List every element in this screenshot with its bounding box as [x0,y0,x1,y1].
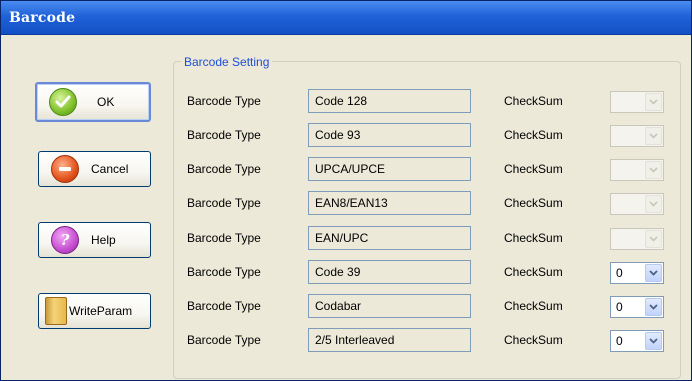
chevron-down-icon [645,127,662,145]
checksum-label: CheckSum [504,299,563,313]
barcode-type-field: EAN8/EAN13 [308,191,471,215]
minus-icon [51,155,79,183]
checksum-label: CheckSum [504,128,563,142]
help-button-label: Help [91,233,116,247]
barcode-type-label: Barcode Type [187,231,261,245]
checksum-label: CheckSum [504,265,563,279]
barcode-type-field: 2/5 Interleaved [308,328,471,352]
checksum-value: 0 [616,300,623,314]
write-param-button-label: WriteParam [69,304,133,318]
help-button[interactable]: ? Help [38,222,151,258]
book-icon [45,297,67,325]
checkmark-icon [49,88,77,116]
barcode-type-field: Code 39 [308,260,471,284]
chevron-down-icon [645,230,662,248]
checksum-select [610,91,664,113]
checksum-select[interactable]: 0 [610,296,664,318]
write-param-button[interactable]: WriteParam [38,293,151,329]
checksum-label: CheckSum [504,231,563,245]
ok-button[interactable]: OK [35,82,151,122]
checksum-label: CheckSum [504,94,563,108]
checksum-value: 0 [616,334,623,348]
barcode-type-label: Barcode Type [187,162,261,176]
chevron-down-icon [645,93,662,111]
checksum-select [610,125,664,147]
barcode-type-label: Barcode Type [187,265,261,279]
chevron-down-icon[interactable] [645,264,662,282]
barcode-type-field: Code 93 [308,123,471,147]
barcode-type-field: EAN/UPC [308,226,471,250]
cancel-button[interactable]: Cancel [38,151,151,187]
ok-button-label: OK [97,95,115,109]
question-icon: ? [51,226,79,254]
checksum-select[interactable]: 0 [610,262,664,284]
barcode-type-field: Code 128 [308,89,471,113]
checksum-select [610,228,664,250]
checksum-label: CheckSum [504,333,563,347]
barcode-type-label: Barcode Type [187,128,261,142]
checksum-label: CheckSum [504,196,563,210]
checksum-select[interactable]: 0 [610,330,664,352]
window-title: Barcode [9,9,76,26]
barcode-dialog: Barcode OK Cancel ? Help WriteParam Barc… [0,0,692,381]
chevron-down-icon[interactable] [645,298,662,316]
checksum-label: CheckSum [504,162,563,176]
title-bar[interactable]: Barcode [1,1,691,35]
barcode-type-label: Barcode Type [187,299,261,313]
checksum-value: 0 [616,266,623,280]
barcode-type-label: Barcode Type [187,94,261,108]
barcode-setting-legend: Barcode Setting [181,55,273,69]
chevron-down-icon [645,195,662,213]
cancel-button-label: Cancel [91,162,129,176]
barcode-type-label: Barcode Type [187,333,261,347]
checksum-select [610,193,664,215]
barcode-type-field: UPCA/UPCE [308,157,471,181]
chevron-down-icon [645,161,662,179]
barcode-type-field: Codabar [308,294,471,318]
checksum-select [610,159,664,181]
chevron-down-icon[interactable] [645,332,662,350]
barcode-type-label: Barcode Type [187,196,261,210]
dialog-content: OK Cancel ? Help WriteParam Barcode Sett… [1,35,691,380]
